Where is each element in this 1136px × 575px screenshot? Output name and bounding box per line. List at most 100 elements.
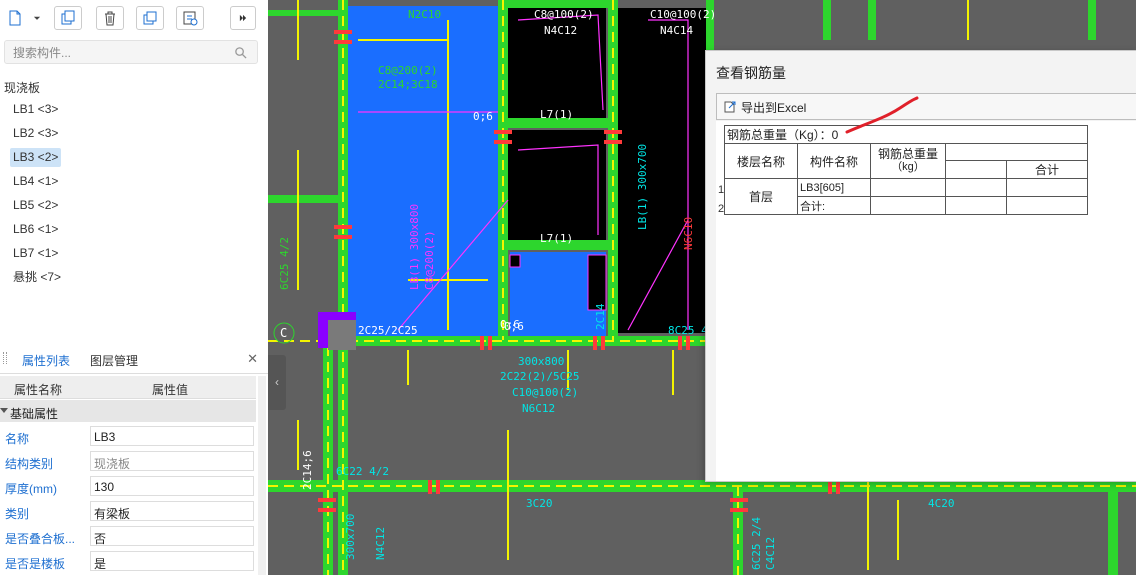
dialog-title: 查看钢筋量 (716, 65, 786, 81)
axis-label: C (280, 326, 287, 340)
properties-scrollbar[interactable] (258, 376, 266, 575)
tree-item[interactable]: LB2 <3> (10, 124, 61, 143)
cad-label: 2C22(2)/5C25 (500, 370, 579, 383)
sort-button[interactable] (176, 6, 204, 30)
cad-label: C8@200(2) (423, 230, 436, 290)
tree-item[interactable]: LB5 <2> (10, 196, 61, 215)
property-row: 是否是楼板 是 (0, 549, 256, 574)
value-cell (1006, 178, 1088, 197)
subtotal-cell: 合计: (797, 196, 871, 215)
property-row: 结构类别 现浇板 (0, 449, 256, 474)
copy-component-icon (61, 10, 75, 25)
drag-handle-icon[interactable] (3, 352, 7, 364)
tree-item[interactable]: LB4 <1> (10, 172, 61, 191)
export-label: 导出到Excel (741, 100, 807, 115)
cad-label: 0;6 (504, 320, 524, 333)
header-component: 构件名称 (797, 143, 871, 179)
cad-label: L7(1) (540, 232, 573, 245)
cad-label: 300x800 (518, 355, 564, 368)
cad-label: N4C12 (374, 527, 387, 560)
search-input[interactable] (11, 45, 235, 61)
property-name: 是否是楼板 (5, 557, 66, 571)
column-header-value: 属性值 (152, 383, 189, 397)
value-cell (1006, 196, 1088, 215)
group-label: 基础属性 (10, 407, 59, 421)
more-button[interactable] (230, 6, 256, 30)
red-annotation-stroke (845, 96, 919, 134)
dark-slab[interactable] (618, 8, 706, 333)
property-value-field[interactable]: 有梁板 (90, 501, 254, 521)
header-weight-unit: （kg） (891, 161, 925, 173)
property-value-field[interactable]: 130 (90, 476, 254, 496)
dropdown-button[interactable] (30, 6, 44, 30)
collapse-arrow-icon[interactable] (0, 408, 8, 413)
close-icon[interactable]: ✕ (247, 351, 258, 367)
opening[interactable] (587, 254, 607, 311)
property-row: 是否叠合板... 否 (0, 524, 256, 549)
column-header-name: 属性名称 (14, 383, 63, 397)
cad-label: 2C14;6 (301, 450, 314, 490)
property-group[interactable]: 基础属性 (0, 400, 256, 422)
tree-item-selected[interactable]: LB3 <2> (10, 148, 62, 167)
cad-label: C10@100(2) (512, 386, 578, 399)
properties-tabs: 属性列表 图层管理 ✕ (0, 343, 268, 378)
cad-label: C8@100(2) (534, 8, 594, 21)
tab-layer-management[interactable]: 图层管理 (90, 352, 138, 369)
left-panel: 现浇板 LB1 <3> LB2 <3> LB3 <2> LB4 <1> LB5 … (0, 0, 269, 575)
property-name: 类别 (5, 507, 30, 521)
properties-header: 属性名称 属性值 (0, 376, 256, 399)
header-weight-label: 钢筋总重量 (877, 147, 938, 161)
dialog-toolbar: 导出到Excel (716, 93, 1136, 120)
more-icon (239, 14, 247, 22)
value-cell (945, 178, 1007, 197)
property-value-field[interactable]: 是 (90, 551, 254, 571)
dark-slab[interactable] (508, 130, 606, 240)
value-cell (870, 178, 946, 197)
tree-root[interactable]: 现浇板 (4, 79, 40, 96)
cad-label: 2C14 (594, 303, 607, 330)
collapse-panel-button[interactable]: ‹ (268, 355, 286, 410)
layer-copy-icon (143, 11, 157, 25)
property-value-field[interactable]: 否 (90, 526, 254, 546)
cad-label: N6C12 (522, 402, 555, 415)
tab-property-list[interactable]: 属性列表 (15, 352, 77, 378)
tree-item[interactable]: LB7 <1> (10, 244, 61, 263)
new-component-button[interactable] (4, 6, 26, 30)
header-blank (945, 143, 1088, 161)
cad-label: N6C10 (682, 217, 695, 250)
report-sheet: 1 2 钢筋总重量（Kg）：0 楼层名称 构件名称 钢筋总重量 （kg） 合计 … (716, 121, 1136, 481)
cad-label: LB(1) 300x700 (636, 144, 649, 230)
layer-copy-button[interactable] (136, 6, 164, 30)
copy-component-button[interactable] (54, 6, 82, 30)
property-name: 名称 (5, 432, 30, 446)
delete-icon (105, 11, 115, 26)
tree-item[interactable]: LB1 <3> (10, 100, 61, 119)
property-value-field[interactable]: 现浇板 (90, 451, 254, 471)
cad-label: C10@100(2) (650, 8, 716, 21)
delete-button[interactable] (96, 6, 124, 30)
export-excel-button[interactable]: 导出到Excel (723, 96, 806, 118)
column-selected[interactable] (328, 320, 356, 350)
property-name: 厚度(mm) (5, 482, 57, 496)
property-value-field[interactable]: LB3 (90, 426, 254, 446)
header-weight: 钢筋总重量 （kg） (870, 143, 946, 179)
cad-label: 2C25/2C25 (358, 324, 418, 337)
cad-label: 0;6 (473, 110, 493, 123)
opening[interactable] (509, 254, 521, 268)
tree-item[interactable]: 悬挑 <7> (10, 268, 64, 287)
property-name: 结构类别 (5, 457, 54, 471)
cad-label: 4C20 (928, 497, 955, 510)
cad-label: N2C10 (408, 8, 441, 21)
property-row: 类别 有梁板 (0, 499, 256, 524)
cad-label: L7(1) (540, 108, 573, 121)
search-box[interactable] (4, 40, 258, 64)
search-icon[interactable] (234, 46, 247, 59)
cad-label: 300x700 (344, 514, 357, 560)
tree-item[interactable]: LB6 <1> (10, 220, 61, 239)
new-component-icon (9, 10, 21, 26)
cad-label: N4C12 (544, 24, 577, 37)
cad-label: N4C14 (660, 24, 693, 37)
value-cell (945, 196, 1007, 215)
header-floor: 楼层名称 (724, 143, 798, 179)
floor-cell: 首层 (724, 178, 798, 215)
